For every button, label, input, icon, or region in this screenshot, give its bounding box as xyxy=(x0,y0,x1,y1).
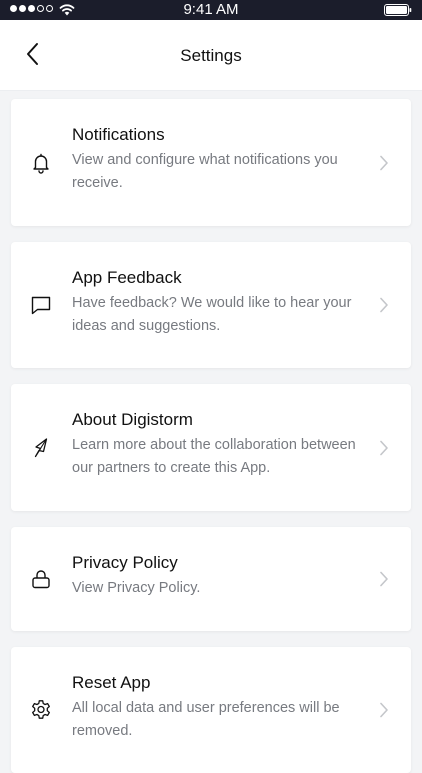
settings-item-description: View and configure what notifications yo… xyxy=(72,152,338,191)
page-title: Settings xyxy=(180,46,242,65)
settings-item-title: About Digistorm xyxy=(72,410,193,429)
settings-item-reset-app[interactable]: Reset App All local data and user prefer… xyxy=(11,647,411,773)
chevron-right-icon xyxy=(380,155,388,170)
chat-bubble-icon xyxy=(31,296,51,315)
digistorm-logo-icon xyxy=(34,437,48,457)
status-bar: 9:41 AM xyxy=(0,0,422,20)
bell-icon xyxy=(33,153,49,174)
settings-item-description: Have feedback? We would like to hear you… xyxy=(72,295,352,334)
lock-icon xyxy=(32,570,50,589)
settings-item-about-digistorm[interactable]: About Digistorm Learn more about the col… xyxy=(11,384,411,511)
settings-item-description: Learn more about the collaboration betwe… xyxy=(72,437,356,476)
settings-item-title: Reset App xyxy=(72,673,151,692)
battery-icon xyxy=(384,4,412,16)
settings-item-description: View Privacy Policy. xyxy=(72,580,201,596)
settings-item-title: Privacy Policy xyxy=(72,553,178,572)
settings-item-notifications[interactable]: Notifications View and configure what no… xyxy=(11,99,411,226)
settings-item-title: Notifications xyxy=(72,125,165,144)
settings-item-title: App Feedback xyxy=(72,268,182,287)
gear-icon xyxy=(32,700,50,719)
chevron-right-icon xyxy=(380,297,388,313)
chevron-right-icon xyxy=(380,571,388,587)
status-time: 9:41 AM xyxy=(183,1,239,18)
settings-item-description: All local data and user preferences will… xyxy=(72,700,340,739)
settings-item-app-feedback[interactable]: App Feedback Have feedback? We would lik… xyxy=(11,242,411,368)
chevron-right-icon xyxy=(380,702,388,718)
chevron-right-icon xyxy=(380,440,388,455)
navigation-bar: Settings xyxy=(0,20,422,91)
settings-item-privacy-policy[interactable]: Privacy Policy View Privacy Policy. xyxy=(11,527,411,631)
